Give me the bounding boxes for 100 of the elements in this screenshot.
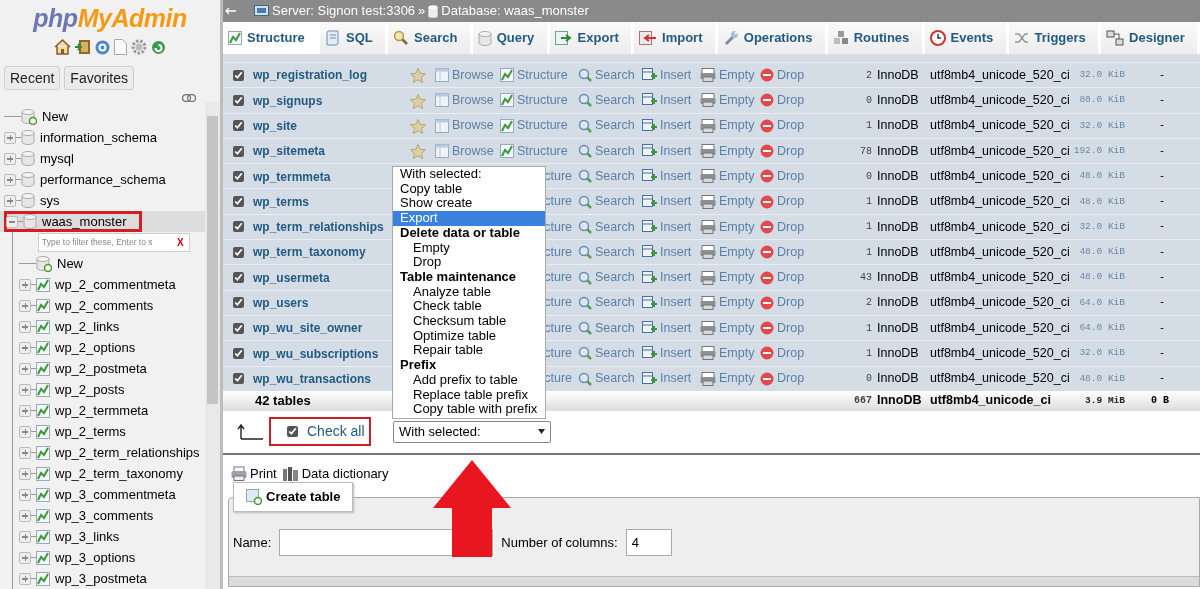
- row-checkbox[interactable]: [232, 246, 244, 258]
- search-link[interactable]: Search: [578, 293, 636, 313]
- menu-option[interactable]: Check table: [393, 299, 545, 315]
- search-link[interactable]: Search: [578, 65, 636, 85]
- insert-link[interactable]: Insert: [642, 318, 694, 338]
- row-checkbox[interactable]: [232, 272, 244, 283]
- expand-icon[interactable]: [19, 383, 31, 396]
- table-name-link[interactable]: wp_users: [253, 296, 309, 311]
- table-name-link[interactable]: wp_site: [253, 119, 297, 133]
- link-icon[interactable]: [182, 94, 196, 102]
- drop-link[interactable]: Drop: [760, 369, 806, 389]
- drop-link[interactable]: Drop: [760, 141, 806, 161]
- drop-link[interactable]: Drop: [760, 293, 806, 313]
- table-name-link[interactable]: wp_termmeta: [253, 169, 331, 184]
- insert-link[interactable]: Insert: [642, 268, 694, 287]
- empty-link[interactable]: Empty: [700, 192, 754, 211]
- menu-option[interactable]: Replace table prefix: [393, 387, 545, 403]
- empty-link[interactable]: Empty: [700, 242, 754, 262]
- empty-link[interactable]: Empty: [700, 65, 754, 85]
- insert-link[interactable]: Insert: [642, 293, 694, 313]
- tree-item[interactable]: New: [42, 106, 68, 127]
- table-name-link[interactable]: wp_wu_subscriptions: [253, 346, 379, 361]
- home-icon[interactable]: [54, 39, 71, 55]
- menu-option[interactable]: Repair table: [393, 343, 545, 359]
- row-checkbox[interactable]: [232, 145, 244, 157]
- tab[interactable]: Events: [924, 22, 1009, 54]
- row-checkbox[interactable]: [232, 347, 244, 359]
- structure-link[interactable]: Structure: [500, 65, 572, 85]
- table-name-link[interactable]: wp_usermeta: [253, 270, 330, 285]
- search-link[interactable]: Search: [578, 268, 636, 287]
- row-checkbox[interactable]: [232, 120, 244, 132]
- breadcrumb-link[interactable]: Database: waas_monster: [441, 1, 589, 21]
- row-checkbox[interactable]: [232, 94, 244, 106]
- create-table-button[interactable]: Create table: [233, 481, 354, 512]
- logo[interactable]: phpMyAdmin: [0, 4, 220, 32]
- drop-link[interactable]: Drop: [760, 116, 806, 136]
- check-all-label[interactable]: Check all: [307, 421, 365, 443]
- star-icon[interactable]: [410, 68, 426, 84]
- search-link[interactable]: Search: [578, 217, 636, 237]
- insert-link[interactable]: Insert: [642, 116, 694, 136]
- menu-option[interactable]: Drop: [393, 255, 545, 270]
- expand-icon[interactable]: [4, 173, 16, 186]
- document-icon[interactable]: [114, 39, 127, 55]
- drop-link[interactable]: Drop: [760, 242, 806, 262]
- table-name-link[interactable]: wp_term_relationships: [253, 220, 384, 235]
- insert-link[interactable]: Insert: [642, 65, 694, 85]
- browse-link[interactable]: Browse: [435, 141, 494, 161]
- exit-icon[interactable]: [75, 39, 91, 55]
- structure-link[interactable]: Structure: [500, 141, 572, 161]
- data-dictionary-link[interactable]: Data dictionary: [282, 464, 389, 484]
- tree-item[interactable]: wp_3_options: [55, 547, 136, 568]
- insert-link[interactable]: Insert: [642, 141, 694, 161]
- star-icon[interactable]: [410, 119, 426, 135]
- expand-icon[interactable]: [4, 131, 16, 144]
- insert-link[interactable]: Insert: [642, 344, 694, 363]
- empty-link[interactable]: Empty: [700, 116, 754, 136]
- expand-icon[interactable]: [19, 341, 31, 354]
- tab[interactable]: Search: [388, 22, 473, 54]
- star-icon[interactable]: [410, 93, 426, 109]
- menu-option[interactable]: Copy table: [393, 181, 545, 197]
- expand-icon[interactable]: [4, 194, 16, 207]
- search-link[interactable]: Search: [578, 166, 636, 186]
- tree-item[interactable]: wp_2_termmeta: [55, 400, 149, 421]
- empty-link[interactable]: Empty: [700, 141, 754, 161]
- expand-icon[interactable]: [19, 404, 31, 417]
- tree-item[interactable]: performance_schema: [40, 169, 166, 190]
- print-link[interactable]: Print: [231, 464, 277, 484]
- tree-item[interactable]: wp_3_comments: [55, 505, 154, 526]
- reload-icon[interactable]: [151, 39, 166, 55]
- collapse-icon[interactable]: [6, 215, 18, 228]
- expand-icon[interactable]: [19, 467, 31, 480]
- tree-item[interactable]: wp_2_comments: [55, 295, 154, 316]
- drop-link[interactable]: Drop: [760, 318, 806, 338]
- expand-icon[interactable]: [19, 278, 31, 291]
- menu-option[interactable]: With selected:: [393, 167, 545, 182]
- browse-link[interactable]: Browse: [435, 91, 494, 110]
- tree-item[interactable]: wp_3_postmeta: [55, 568, 147, 589]
- back-arrow-icon[interactable]: [225, 7, 237, 15]
- table-name-link[interactable]: wp_wu_transactions: [253, 371, 372, 386]
- table-name-link[interactable]: wp_terms: [253, 194, 310, 209]
- bulk-action-select[interactable]: With selected:: [393, 420, 551, 443]
- menu-option[interactable]: Copy table with prefix: [393, 402, 545, 417]
- table-name-link[interactable]: wp_term_taxonomy: [253, 245, 366, 260]
- sidebar-tab[interactable]: Recent: [4, 66, 61, 90]
- tab[interactable]: Triggers: [1008, 22, 1102, 54]
- sidebar-tab[interactable]: Favorites: [64, 66, 134, 90]
- empty-link[interactable]: Empty: [700, 217, 754, 237]
- row-checkbox[interactable]: [232, 196, 244, 208]
- clear-button[interactable]: X: [175, 235, 186, 250]
- expand-icon[interactable]: [19, 320, 31, 333]
- tab[interactable]: Export: [549, 22, 635, 54]
- tree-item[interactable]: wp_2_links: [55, 316, 120, 337]
- tab[interactable]: Routines: [827, 22, 925, 54]
- drop-link[interactable]: Drop: [760, 192, 806, 211]
- table-name-link[interactable]: wp_signups: [253, 93, 323, 108]
- menu-option[interactable]: Optimize table: [393, 328, 545, 344]
- insert-link[interactable]: Insert: [642, 192, 694, 211]
- tree-item[interactable]: wp_3_links: [55, 526, 120, 547]
- browse-link[interactable]: Browse: [435, 116, 494, 136]
- empty-link[interactable]: Empty: [700, 268, 754, 287]
